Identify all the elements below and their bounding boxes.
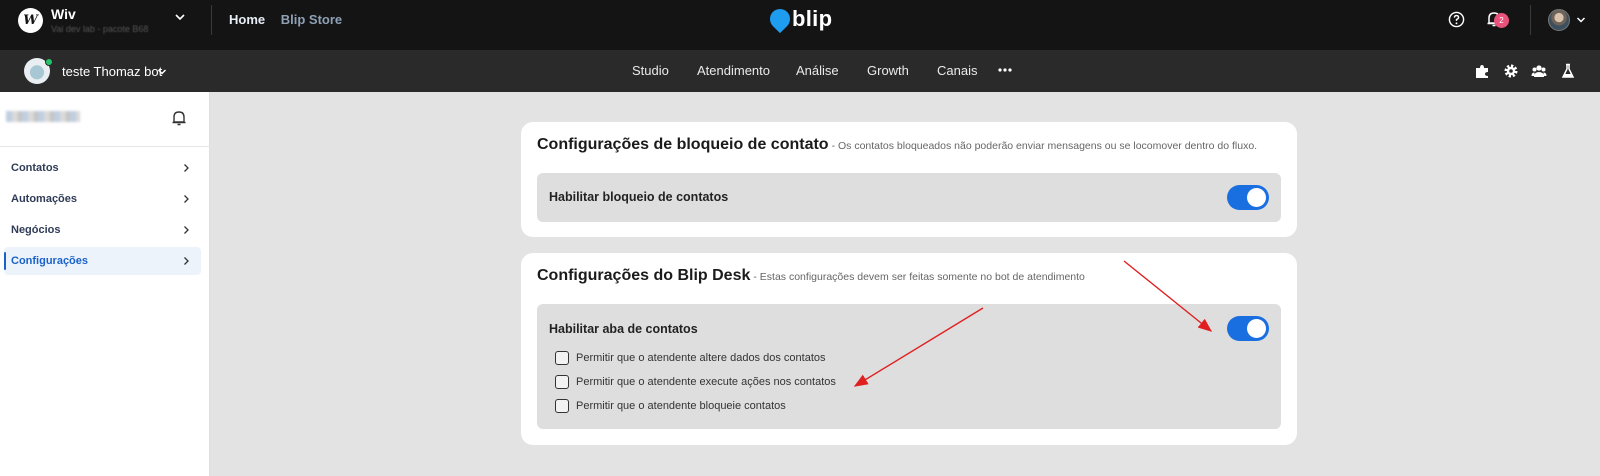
chevron-right-icon: [184, 164, 189, 172]
nav-blip-store[interactable]: Blip Store: [281, 12, 342, 27]
sidebar-item-negocios[interactable]: Negócios: [4, 216, 201, 244]
blip-desk-settings-card: Configurações do Blip Desk - Estas config…: [521, 253, 1297, 445]
checkbox-label: Permitir que o atendente altere dados do…: [576, 352, 826, 364]
brand-logo[interactable]: blip: [765, 4, 833, 34]
contacts-tab-toggle[interactable]: [1227, 316, 1269, 341]
top-bar: W Wiv Vai dev lab - pacote B68 Home Blip…: [0, 0, 1600, 50]
sidebar-item-automacoes[interactable]: Automações: [4, 185, 201, 213]
org-name: Wiv: [51, 6, 76, 22]
divider: [1530, 5, 1531, 35]
nav-analise[interactable]: Análise: [796, 63, 839, 78]
notification-badge: 2: [1494, 13, 1509, 28]
bell-icon[interactable]: [170, 109, 188, 127]
sidebar-item-contatos[interactable]: Contatos: [4, 154, 201, 182]
block-toggle-panel: Habilitar bloqueio de contatos: [537, 173, 1281, 222]
team-icon[interactable]: [1531, 63, 1547, 79]
nav-growth[interactable]: Growth: [867, 63, 909, 78]
sidebar-item-label: Contatos: [11, 162, 59, 174]
org-subtitle: Vai dev lab - pacote B68: [51, 24, 149, 34]
checkbox[interactable]: [555, 351, 569, 365]
checkbox-label: Permitir que o atendente execute ações n…: [576, 376, 836, 388]
chevron-down-icon[interactable]: [174, 11, 186, 23]
brand-word: blip: [792, 6, 833, 31]
checkbox-row-block-contacts[interactable]: Permitir que o atendente bloqueie contat…: [555, 399, 786, 413]
checkbox[interactable]: [555, 399, 569, 413]
sidebar-item-label: Negócios: [11, 224, 61, 236]
checkbox-row-edit-contacts[interactable]: Permitir que o atendente altere dados do…: [555, 351, 826, 365]
card-title: Configurações de bloqueio de contato - Os…: [537, 136, 1258, 153]
checkbox-label: Permitir que o atendente bloqueie contat…: [576, 400, 786, 412]
avatar[interactable]: [1548, 9, 1570, 31]
more-icon[interactable]: [997, 66, 1013, 74]
divider: [0, 146, 210, 147]
chevron-right-icon: [184, 257, 189, 265]
sidebar-item-label: Configurações: [11, 255, 89, 267]
org-logo: W: [18, 8, 43, 33]
help-icon[interactable]: [1448, 11, 1465, 28]
nav-home[interactable]: Home: [229, 12, 265, 27]
chevron-right-icon: [184, 226, 189, 234]
sidebar: Contatos Automações Negócios Configuraçõ…: [0, 92, 210, 476]
divider: [211, 5, 212, 35]
bot-bar: teste Thomaz bot Studio Atendimento Anál…: [0, 50, 1600, 92]
block-contacts-toggle[interactable]: [1227, 185, 1269, 210]
contact-block-settings-card: Configurações de bloqueio de contato - Os…: [521, 122, 1297, 237]
desk-settings-panel: Habilitar aba de contatos Permitir que o…: [537, 304, 1281, 429]
checkbox[interactable]: [555, 375, 569, 389]
sidebar-item-configuracoes[interactable]: Configurações: [4, 247, 201, 275]
block-toggle-label: Habilitar bloqueio de contatos: [549, 190, 729, 204]
contacts-tab-toggle-label: Habilitar aba de contatos: [549, 322, 698, 336]
nav-canais[interactable]: Canais: [937, 63, 977, 78]
card-subtitle: - Os contatos bloqueados não poderão env…: [831, 140, 1258, 152]
flask-icon[interactable]: [1560, 63, 1576, 79]
nav-atendimento[interactable]: Atendimento: [697, 63, 770, 78]
nav-studio[interactable]: Studio: [632, 63, 669, 78]
top-nav: Home Blip Store: [229, 12, 354, 27]
card-title: Configurações do Blip Desk - Estas config…: [537, 267, 1085, 284]
checkbox-row-contact-actions[interactable]: Permitir que o atendente execute ações n…: [555, 375, 836, 389]
blip-logo-icon: [765, 4, 795, 34]
gear-icon[interactable]: [1503, 63, 1519, 79]
bot-name[interactable]: teste Thomaz bot: [62, 64, 162, 79]
chevron-right-icon: [184, 195, 189, 203]
sidebar-item-label: Automações: [11, 193, 78, 205]
chevron-down-icon[interactable]: [157, 67, 167, 77]
card-subtitle: - Estas configurações devem ser feitas s…: [753, 271, 1085, 283]
chevron-down-icon[interactable]: [1576, 15, 1586, 25]
online-status-dot: [45, 58, 53, 66]
puzzle-icon[interactable]: [1474, 63, 1490, 79]
user-name-redacted: [6, 111, 80, 122]
org-switcher[interactable]: W Wiv Vai dev lab - pacote B68: [18, 7, 148, 34]
